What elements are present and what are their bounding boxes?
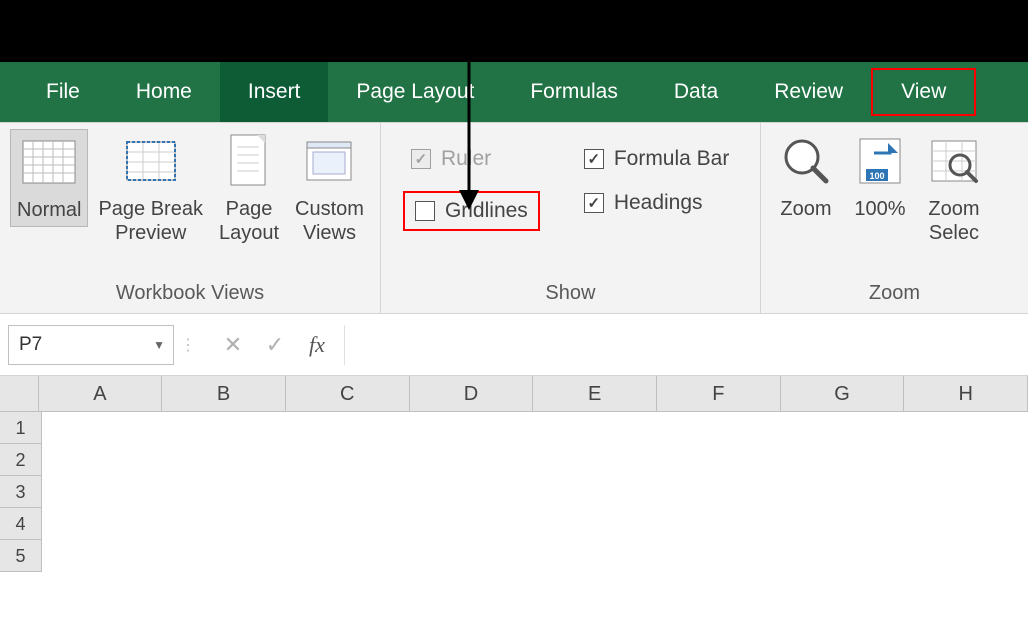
separator-dots: ⋮ xyxy=(174,325,202,365)
col-header-h[interactable]: H xyxy=(904,376,1028,411)
page-layout-label: Page Layout xyxy=(219,197,279,245)
fx-icon[interactable]: fx xyxy=(296,325,338,365)
window-top-blackbar xyxy=(0,0,1028,62)
tab-page-layout[interactable]: Page Layout xyxy=(328,62,502,122)
zoom-selection-icon xyxy=(926,133,982,189)
col-header-b[interactable]: B xyxy=(162,376,286,411)
normal-view-button[interactable]: Normal xyxy=(10,129,88,227)
tab-review[interactable]: Review xyxy=(746,62,871,122)
zoom-button[interactable]: Zoom xyxy=(771,129,841,225)
page-layout-button[interactable]: Page Layout xyxy=(213,129,285,249)
custom-views-label: Custom Views xyxy=(295,197,364,245)
formula-bar-checkbox-row[interactable]: Formula Bar xyxy=(584,147,730,171)
select-all-corner[interactable] xyxy=(0,376,39,411)
ruler-label: Ruler xyxy=(441,147,491,171)
gridlines-label: Gridlines xyxy=(445,199,528,223)
zoom-label: Zoom xyxy=(780,197,831,221)
group-show-label: Show xyxy=(391,274,750,309)
normal-view-icon xyxy=(21,134,77,190)
formula-edit-controls: ✕ ✓ fx xyxy=(212,325,338,365)
tab-file[interactable]: File xyxy=(18,62,108,122)
gridlines-checkbox-row[interactable]: Gridlines xyxy=(403,191,540,231)
gridlines-checkbox[interactable] xyxy=(415,201,435,221)
row-header-2[interactable]: 2 xyxy=(0,444,42,476)
ribbon-tabs: File Home Insert Page Layout Formulas Da… xyxy=(0,62,1028,122)
group-show: Ruler Gridlines Formula Bar Headings Sho… xyxy=(381,123,761,313)
headings-checkbox[interactable] xyxy=(584,193,604,213)
tab-insert[interactable]: Insert xyxy=(220,62,329,122)
zoom-100-button[interactable]: 100 100% xyxy=(845,129,915,225)
worksheet: A B C D E F G H 1 2 3 4 5 xyxy=(0,376,1028,572)
col-header-g[interactable]: G xyxy=(781,376,905,411)
custom-views-icon xyxy=(301,133,357,189)
svg-text:100: 100 xyxy=(869,171,884,181)
col-header-f[interactable]: F xyxy=(657,376,781,411)
enter-formula-icon[interactable]: ✓ xyxy=(254,325,296,365)
formula-bar-label: Formula Bar xyxy=(614,147,730,171)
tab-data[interactable]: Data xyxy=(646,62,746,122)
name-box[interactable]: P7 ▼ xyxy=(8,325,174,365)
group-workbook-views: Normal Page Break Preview xyxy=(0,123,381,313)
formula-bar-checkbox[interactable] xyxy=(584,149,604,169)
group-zoom: Zoom 100 100% xyxy=(761,123,1028,313)
headings-label: Headings xyxy=(614,191,703,215)
page-break-preview-icon xyxy=(123,133,179,189)
page-break-preview-button[interactable]: Page Break Preview xyxy=(92,129,209,249)
column-headers: A B C D E F G H xyxy=(0,376,1028,412)
normal-view-label: Normal xyxy=(17,198,81,222)
col-header-d[interactable]: D xyxy=(410,376,534,411)
tab-home[interactable]: Home xyxy=(108,62,220,122)
ruler-checkbox-row: Ruler xyxy=(411,147,540,171)
headings-checkbox-row[interactable]: Headings xyxy=(584,191,730,215)
row-headers: 1 2 3 4 5 xyxy=(0,412,42,572)
row-header-4[interactable]: 4 xyxy=(0,508,42,540)
page-break-preview-label: Page Break Preview xyxy=(98,197,203,245)
col-header-c[interactable]: C xyxy=(286,376,410,411)
row-header-5[interactable]: 5 xyxy=(0,540,42,572)
zoom-selection-label: Zoom Selec xyxy=(928,197,979,245)
ruler-checkbox xyxy=(411,149,431,169)
row-header-3[interactable]: 3 xyxy=(0,476,42,508)
col-header-a[interactable]: A xyxy=(39,376,163,411)
ribbon-view: Normal Page Break Preview xyxy=(0,122,1028,314)
formula-bar-row: P7 ▼ ⋮ ✕ ✓ fx xyxy=(0,314,1028,376)
group-zoom-label: Zoom xyxy=(771,274,1018,309)
cancel-formula-icon[interactable]: ✕ xyxy=(212,325,254,365)
name-box-value: P7 xyxy=(19,334,42,356)
name-box-dropdown-icon[interactable]: ▼ xyxy=(153,338,165,352)
cells-area[interactable] xyxy=(42,412,1028,572)
zoom-selection-button[interactable]: Zoom Selec xyxy=(919,129,989,249)
tab-formulas[interactable]: Formulas xyxy=(502,62,646,122)
zoom-icon xyxy=(778,133,834,189)
zoom-100-icon: 100 xyxy=(852,133,908,189)
zoom-100-label: 100% xyxy=(854,197,905,221)
group-workbook-views-label: Workbook Views xyxy=(10,274,370,309)
tab-view[interactable]: View xyxy=(871,68,976,116)
row-header-1[interactable]: 1 xyxy=(0,412,42,444)
page-layout-icon xyxy=(221,133,277,189)
custom-views-button[interactable]: Custom Views xyxy=(289,129,370,249)
formula-input[interactable] xyxy=(344,325,1028,365)
col-header-e[interactable]: E xyxy=(533,376,657,411)
